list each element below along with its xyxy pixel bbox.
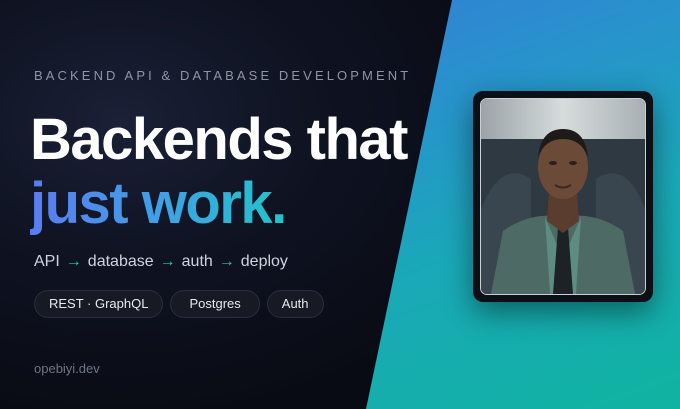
tech-chips: REST · GraphQL Postgres Auth	[34, 290, 324, 318]
arrow-right-icon: →	[65, 253, 82, 270]
pipeline-step-database: database	[87, 253, 154, 270]
headline-line-2: just work.	[30, 171, 287, 236]
arrow-right-icon: →	[218, 253, 235, 270]
pipeline-flow: API → database → auth → deploy	[34, 253, 288, 271]
pipeline-step-api: API	[34, 253, 60, 270]
portrait-illustration	[481, 99, 645, 294]
chip-postgres: Postgres	[170, 290, 260, 318]
pipeline-step-auth: auth	[181, 253, 213, 270]
headline-line-1: Backends that	[30, 107, 408, 172]
chip-rest-graphql: REST · GraphQL	[34, 290, 164, 318]
pipeline-step-deploy: deploy	[240, 253, 288, 270]
domain-text: opebiyi.dev	[34, 361, 100, 376]
headline: Backends that just work.	[30, 107, 408, 236]
chip-auth: Auth	[266, 290, 324, 318]
portrait-photo-icon	[480, 98, 646, 295]
photo-frame	[473, 91, 653, 302]
kicker-text: BACKEND API & DATABASE DEVELOPMENT	[34, 68, 412, 83]
arrow-right-icon: →	[159, 253, 176, 270]
